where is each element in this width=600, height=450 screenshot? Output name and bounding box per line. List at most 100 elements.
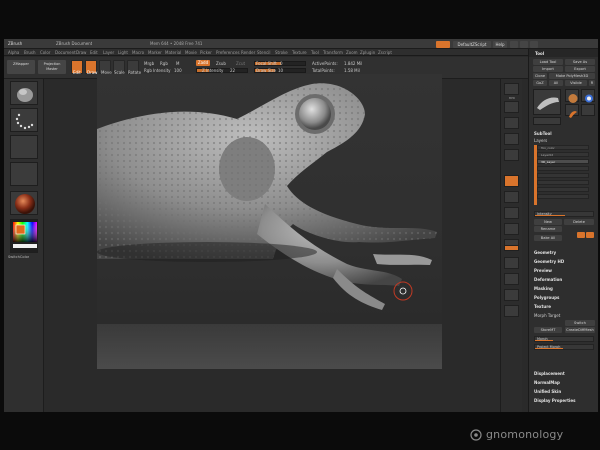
displacement-section[interactable]: Displacement — [534, 371, 565, 376]
import-button[interactable]: Import — [533, 66, 563, 72]
menu-item-movie[interactable]: Movie — [185, 50, 197, 55]
color-picker[interactable] — [10, 219, 38, 253]
menu-item-edit[interactable]: Edit — [90, 50, 98, 55]
tool-scroll-strip[interactable] — [533, 117, 561, 125]
storemt-button[interactable]: StoreMT — [534, 327, 562, 333]
zmapper-button[interactable]: ZMapper — [7, 60, 35, 74]
zadd-button[interactable]: Zadd — [196, 60, 210, 66]
layer-slot-empty[interactable] — [537, 194, 589, 199]
switch-color-label[interactable]: SwitchColor — [8, 255, 29, 260]
layer-item[interactable]: Tox_color — [537, 145, 589, 150]
brush-thumbnail[interactable] — [10, 81, 38, 105]
deformation-section[interactable]: Deformation — [534, 277, 562, 282]
layer-slot-empty[interactable] — [537, 180, 589, 185]
switch-button[interactable]: Switch — [565, 320, 595, 326]
menu-item-transform[interactable]: Transform — [323, 50, 343, 55]
close-button[interactable] — [530, 41, 538, 48]
subtool-section[interactable]: SubTool — [534, 131, 552, 136]
zcut-button[interactable]: Zcut — [236, 61, 245, 66]
texture-thumbnail[interactable] — [10, 162, 38, 186]
alpha-thumbnail[interactable] — [10, 135, 38, 159]
visible-button[interactable]: Visible — [565, 80, 587, 86]
stroke-thumbnail[interactable] — [10, 108, 38, 132]
m-toggle[interactable]: M — [176, 61, 179, 66]
load-tool-button[interactable]: Load Tool — [533, 59, 563, 65]
geometry-section[interactable]: Geometry — [534, 250, 556, 255]
menu-item-document[interactable]: Document — [55, 50, 76, 55]
preview-section[interactable]: Preview — [534, 268, 552, 273]
zoom-button[interactable] — [504, 133, 519, 145]
layer-item-selected[interactable]: 3D_Layer — [537, 159, 589, 164]
new-layer-button[interactable]: New — [534, 219, 562, 225]
menu-item-stencil[interactable]: Stencil — [257, 50, 271, 55]
spix-button[interactable] — [504, 101, 519, 113]
polymesh-tool-thumbnail[interactable] — [581, 89, 595, 103]
scroll-button[interactable] — [504, 117, 519, 129]
layer-up-button[interactable] — [577, 232, 585, 238]
menu-item-color[interactable]: Color — [40, 50, 50, 55]
menu-item-macro[interactable]: Macro — [132, 50, 144, 55]
local-button[interactable] — [504, 207, 519, 219]
move-mode-button[interactable]: Move — [99, 60, 112, 75]
mrgb-toggle[interactable]: Mrgb — [144, 61, 154, 66]
current-tool-thumbnail[interactable] — [533, 89, 561, 115]
menu-item-picker[interactable]: Picker — [200, 50, 212, 55]
menu-item-tool[interactable]: Tool — [311, 50, 319, 55]
projection-master-button[interactable]: Projection Master — [38, 60, 66, 74]
menu-item-layer[interactable]: Layer — [103, 50, 114, 55]
restore-button[interactable] — [520, 41, 528, 48]
menu-item-draw[interactable]: Draw — [76, 50, 86, 55]
all-button[interactable]: All — [549, 80, 563, 86]
polyf-button[interactable] — [504, 289, 519, 301]
normalmap-section[interactable]: NormalMap — [534, 380, 560, 385]
persp-button[interactable] — [504, 175, 519, 187]
scale-mode-button[interactable]: Scale — [113, 60, 125, 75]
xyz-button[interactable] — [504, 223, 519, 235]
menu-item-brush[interactable]: Brush — [24, 50, 36, 55]
move-view-button[interactable] — [504, 245, 519, 251]
material-thumbnail[interactable] — [10, 191, 38, 215]
layer-slot-empty[interactable] — [537, 166, 589, 171]
unified-skin-section[interactable]: Unified Skin — [534, 389, 561, 394]
menu-item-zplugin[interactable]: Zplugin — [360, 50, 375, 55]
menu-item-alpha[interactable]: Alpha — [8, 50, 19, 55]
bake-all-button[interactable]: Bake All — [534, 235, 562, 241]
goz-button[interactable]: GoZ — [533, 80, 547, 86]
menu-item-zscript[interactable]: Zscript — [378, 50, 392, 55]
make-polymesh-button[interactable]: Make PolyMesh3D — [549, 73, 595, 79]
default-zscript-button[interactable]: DefaultZScript — [453, 41, 491, 48]
bpr-render-button[interactable] — [504, 83, 519, 95]
layer-intensity-slider[interactable]: Intensity — [534, 211, 594, 217]
minimize-button[interactable] — [510, 41, 518, 48]
rotate-view-button[interactable] — [504, 273, 519, 285]
display-properties-section[interactable]: Display Properties — [534, 398, 575, 403]
layer-down-button[interactable] — [586, 232, 594, 238]
menu-item-render[interactable]: Render — [241, 50, 255, 55]
canvas-viewport[interactable] — [97, 74, 442, 369]
layer-slot-empty[interactable] — [537, 187, 589, 192]
menus-toggle-button[interactable] — [436, 41, 450, 48]
save-as-button[interactable]: Save As — [565, 59, 595, 65]
eraser-tool-thumbnail[interactable] — [581, 104, 595, 116]
create-diff-mesh-button[interactable]: CreateDiffMesh — [565, 327, 595, 333]
layer-slot-empty[interactable] — [537, 173, 589, 178]
menu-item-zoom[interactable]: Zoom — [346, 50, 358, 55]
menu-item-material[interactable]: Material — [165, 50, 181, 55]
menu-item-marker[interactable]: Marker — [148, 50, 162, 55]
help-button[interactable]: Help — [493, 41, 507, 48]
morph-target-section[interactable]: Morph Target — [534, 313, 560, 318]
texture-section[interactable]: Texture — [534, 304, 551, 309]
layer-item[interactable]: Layer02 — [537, 152, 589, 157]
floor-button[interactable] — [504, 191, 519, 203]
delete-layer-button[interactable]: Delete — [564, 219, 594, 225]
rename-layer-button[interactable]: Rename — [534, 226, 562, 232]
project-morph-slider[interactable]: Project Morph — [534, 344, 594, 350]
actual-button[interactable] — [504, 149, 519, 161]
layers-section[interactable]: Layers — [534, 138, 547, 143]
transp-button[interactable] — [504, 305, 519, 317]
edit-mode-button[interactable]: Edit — [71, 60, 83, 75]
menu-item-stroke[interactable]: Stroke — [275, 50, 288, 55]
simplebrush-tool-thumbnail[interactable] — [565, 104, 579, 118]
masking-section[interactable]: Masking — [534, 286, 553, 291]
morph-slider[interactable]: Morph — [534, 336, 594, 342]
